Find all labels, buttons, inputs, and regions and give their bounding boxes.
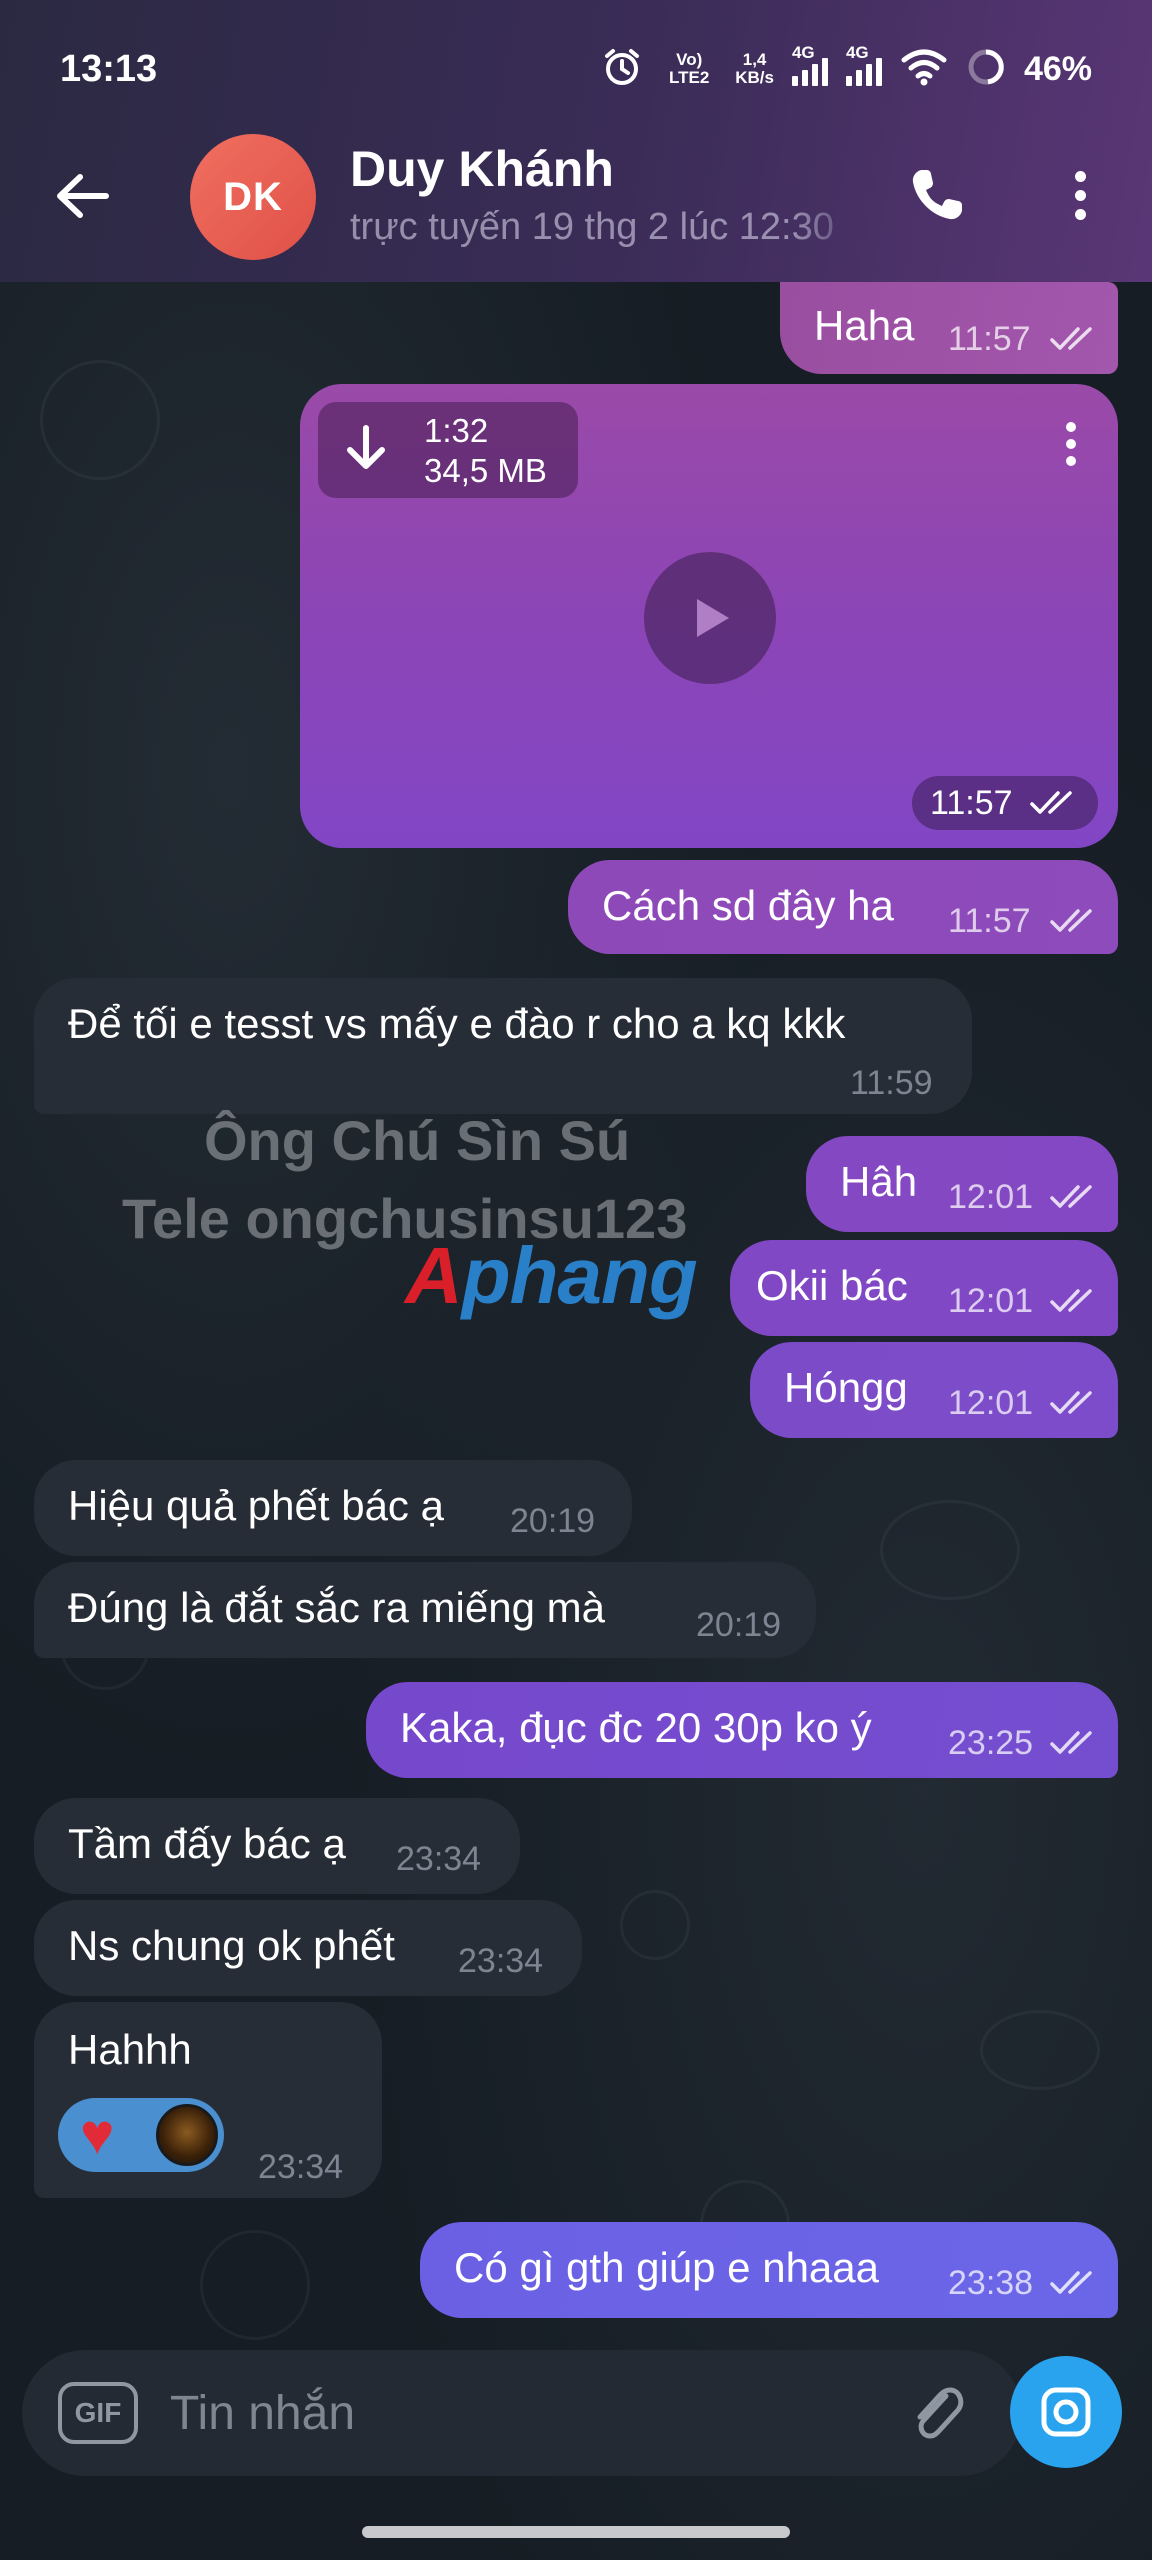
message-bubble-in[interactable]: Đúng là đắt sắc ra miếng mà 20:19 — [34, 1562, 816, 1658]
double-check-icon — [1030, 791, 1072, 814]
message-text: Để tối e tesst vs mấy e đào r cho a kq k… — [68, 1000, 846, 1047]
net-speed-unit: KB/s — [735, 68, 774, 87]
back-button[interactable] — [50, 166, 114, 226]
chat-header: 13:13 Vo) LTE2 1,4 KB/s 4G 4G 46% DK Duy… — [0, 0, 1152, 282]
double-check-icon — [1050, 1731, 1092, 1754]
net-type-1: 4G — [791, 43, 815, 62]
phone-icon — [912, 170, 962, 220]
message-composer: GIF — [22, 2350, 1022, 2476]
message-time: 20:19 — [696, 1606, 782, 1644]
more-options-button[interactable] — [1050, 160, 1110, 230]
message-text: Ns chung ok phết — [68, 1922, 395, 1969]
message-text: Haha — [814, 302, 915, 349]
message-time: 23:34 — [258, 2148, 344, 2186]
watermark-line-1: Ông Chú Sìn Sú — [204, 1109, 631, 1172]
battery-icon — [966, 47, 1006, 92]
message-text: Hâh — [840, 1158, 918, 1205]
play-button[interactable] — [644, 552, 776, 684]
message-time: 23:34 — [396, 1840, 482, 1878]
camera-button[interactable] — [1010, 2356, 1122, 2468]
reaction-pill[interactable]: ♥ — [58, 2098, 224, 2172]
volte-label: Vo) LTE2 — [669, 50, 710, 87]
message-time: 11:59 — [850, 1064, 933, 1102]
message-bubble-out[interactable]: Haha 11:57 — [780, 282, 1118, 374]
arrow-left-icon — [57, 174, 109, 218]
message-time: 11:57 — [948, 320, 1031, 358]
message-bubble-out[interactable]: Okii bác 12:01 — [730, 1240, 1118, 1336]
message-text: Kaka, đục đc 20 30p ko ý — [400, 1704, 872, 1751]
message-time: 12:01 — [948, 1178, 1034, 1216]
message-text: Hahhh — [68, 2026, 192, 2073]
aphang-logo-watermark: Aphang — [405, 1230, 698, 1322]
message-time: 20:19 — [510, 1502, 596, 1540]
video-more-button[interactable] — [1056, 414, 1086, 474]
video-size: 34,5 MB — [424, 452, 547, 489]
contact-avatar[interactable]: DK — [190, 134, 316, 260]
message-time: 23:25 — [948, 1724, 1034, 1762]
contact-name[interactable]: Duy Khánh — [350, 140, 614, 198]
logo-part-a: A — [405, 1231, 463, 1320]
message-time: 23:34 — [458, 1942, 544, 1980]
message-time: 23:38 — [948, 2264, 1034, 2302]
message-bubble-in[interactable]: Tầm đấy bác ạ 23:34 — [34, 1798, 520, 1894]
paperclip-icon — [917, 2387, 964, 2439]
net-speed: 1,4 KB/s — [735, 51, 774, 87]
status-time: 13:13 — [60, 48, 158, 90]
play-icon — [697, 599, 729, 637]
signal-1: 4G — [791, 44, 828, 86]
telegram-chat-screen: 13:13 Vo) LTE2 1,4 KB/s 4G 4G 46% DK Duy… — [0, 0, 1152, 2560]
message-time: 12:01 — [948, 1282, 1034, 1320]
attach-button[interactable] — [902, 2378, 974, 2450]
heart-reaction-icon: ♥ — [80, 2102, 115, 2167]
home-indicator[interactable] — [362, 2526, 790, 2538]
battery-level: 46% — [1023, 49, 1092, 88]
message-bubble-out[interactable]: Hóngg 12:01 — [750, 1342, 1118, 1438]
message-time: 11:57 — [930, 784, 1013, 822]
more-vertical-icon — [1066, 422, 1076, 432]
message-text: Okii bác — [756, 1262, 908, 1309]
more-vertical-icon — [1074, 170, 1086, 182]
message-time: 11:57 — [948, 902, 1031, 940]
double-check-icon — [1050, 909, 1092, 932]
contact-last-seen: trực tuyến 19 thg 2 lúc 12:30 — [350, 206, 834, 248]
call-button[interactable] — [902, 160, 972, 230]
double-check-icon — [1050, 1289, 1092, 1312]
message-input[interactable] — [170, 2378, 870, 2448]
reactor-avatar — [156, 2104, 218, 2166]
video-duration: 1:32 — [424, 412, 489, 449]
signal-2: 4G — [845, 44, 882, 86]
message-bubble-out[interactable]: Kaka, đục đc 20 30p ko ý 23:25 — [366, 1682, 1118, 1778]
message-bubble-out[interactable]: Có gì gth giúp e nhaaa 23:38 — [420, 2222, 1118, 2318]
status-icons: Vo) LTE2 1,4 KB/s 4G 4G 46% — [601, 44, 1092, 94]
camera-icon — [1041, 2387, 1091, 2437]
logo-part-b: phang — [461, 1231, 698, 1320]
gif-button[interactable]: GIF — [58, 2382, 138, 2444]
message-text: Có gì gth giúp e nhaaa — [454, 2244, 880, 2291]
alarm-icon — [601, 46, 643, 93]
message-bubble-in[interactable]: Hiệu quả phết bác ạ 20:19 — [34, 1460, 632, 1556]
message-bubble-in[interactable]: Để tối e tesst vs mấy e đào r cho a kq k… — [34, 978, 972, 1114]
net-type-2: 4G — [845, 43, 869, 62]
message-text: Cách sd đây ha — [602, 882, 894, 929]
double-check-icon — [1050, 1185, 1092, 1208]
double-check-icon — [1050, 2271, 1092, 2294]
wifi-icon — [900, 48, 948, 91]
video-timestamp: 11:57 — [912, 776, 1098, 830]
message-text: Hiệu quả phết bác ạ — [68, 1482, 444, 1529]
double-check-icon — [1050, 1391, 1092, 1414]
message-text: Tầm đấy bác ạ — [68, 1820, 346, 1867]
download-icon — [347, 425, 385, 469]
double-check-icon — [1050, 327, 1092, 350]
message-bubble-out[interactable]: Cách sd đây ha 11:57 — [568, 860, 1118, 954]
status-bar: 13:13 Vo) LTE2 1,4 KB/s 4G 4G 46% — [0, 0, 1152, 140]
net-speed-value: 1,4 — [742, 50, 767, 69]
message-bubble-out[interactable]: Hâh 12:01 — [806, 1136, 1118, 1232]
message-time: 12:01 — [948, 1384, 1034, 1422]
message-text: Đúng là đắt sắc ra miếng mà — [68, 1584, 605, 1631]
message-bubble-in[interactable]: Ns chung ok phết 23:34 — [34, 1900, 582, 1996]
video-message[interactable]: 1:32 34,5 MB 11:57 — [300, 384, 1118, 848]
download-button[interactable]: 1:32 34,5 MB — [318, 402, 578, 498]
message-text: Hóngg — [784, 1364, 908, 1411]
